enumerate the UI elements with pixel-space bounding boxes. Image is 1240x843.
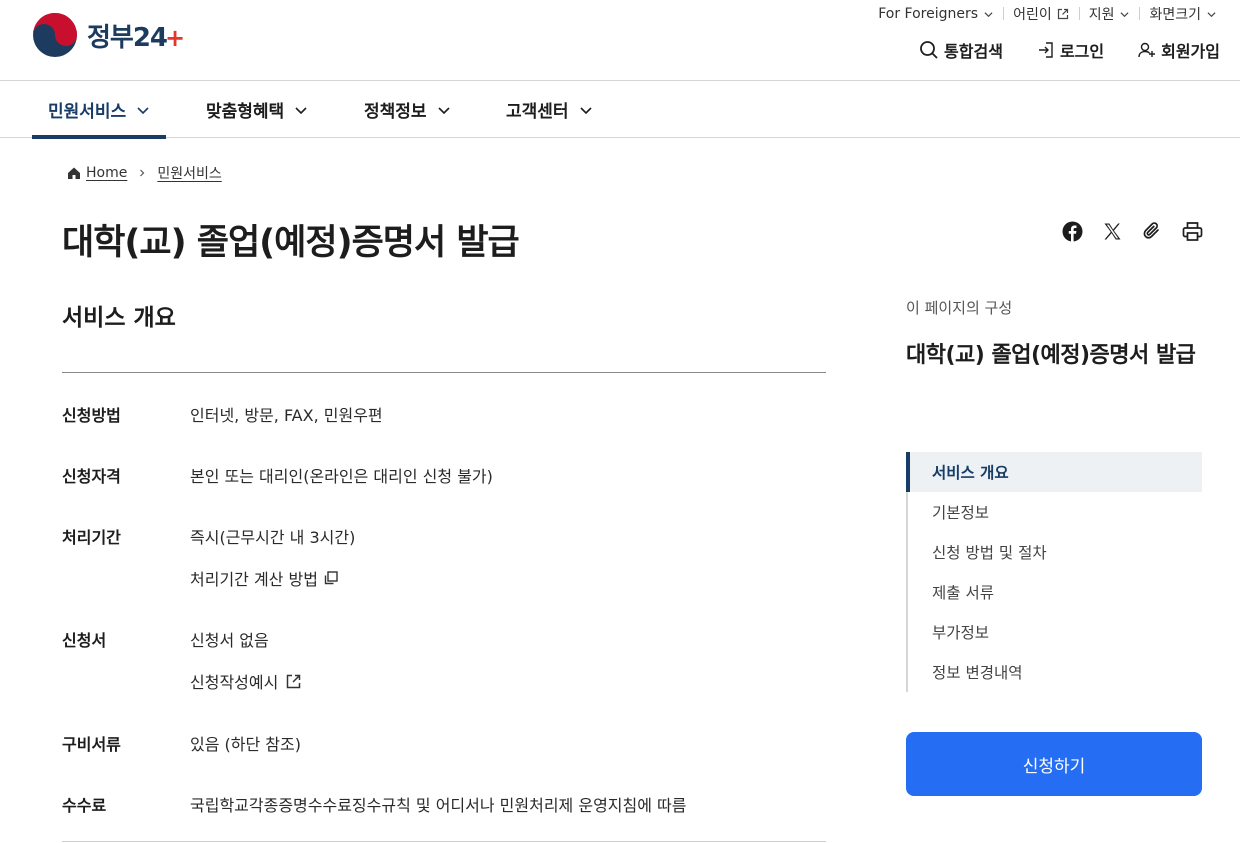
external-link-icon bbox=[1057, 8, 1068, 20]
chevron-down-icon bbox=[437, 106, 450, 114]
util-for-foreigners[interactable]: For Foreigners bbox=[868, 6, 1003, 22]
info-label: 처리기간 bbox=[62, 528, 121, 547]
apply-button[interactable]: 신청하기 bbox=[906, 732, 1202, 796]
copy-link-button[interactable] bbox=[1141, 220, 1163, 242]
site-logo[interactable]: 정부 24 + bbox=[31, 11, 185, 59]
info-value: 본인 또는 대리인(온라인은 대리인 신청 불가) bbox=[190, 467, 493, 486]
page-title: 대학(교) 졸업(예정)증명서 발급 bbox=[62, 223, 520, 263]
share-toolbar bbox=[1043, 220, 1203, 242]
header-actions: 통합검색 로그인 회원가입 bbox=[885, 38, 1220, 62]
form-example-link-label: 신청작성예시 bbox=[190, 673, 279, 692]
breadcrumb: Home 민원서비스 bbox=[67, 163, 222, 183]
x-share-button[interactable] bbox=[1101, 220, 1123, 242]
signup-button[interactable]: 회원가입 bbox=[1138, 38, 1220, 62]
copy-popup-icon bbox=[324, 571, 338, 585]
util-support[interactable]: 지원 bbox=[1078, 4, 1140, 24]
gnb-item-policy[interactable]: 정책정보 bbox=[364, 81, 451, 138]
util-support-label: 지원 bbox=[1088, 7, 1115, 23]
add-user-icon bbox=[1138, 42, 1156, 58]
util-font-size[interactable]: 화면크기 bbox=[1139, 4, 1226, 24]
info-value: 신청서 없음 bbox=[190, 631, 269, 650]
chevron-down-icon bbox=[984, 11, 993, 17]
toc-caption: 이 페이지의 구성 bbox=[906, 299, 1013, 317]
toc-item-procedure[interactable]: 신청 방법 및 절차 bbox=[908, 532, 1202, 572]
toc-item-change-history[interactable]: 정보 변경내역 bbox=[908, 652, 1202, 692]
login-button[interactable]: 로그인 bbox=[1037, 38, 1104, 62]
info-value: 있음 (하단 참조) bbox=[190, 735, 301, 754]
chevron-right-icon bbox=[140, 169, 145, 177]
period-calc-link[interactable]: 처리기간 계산 방법 bbox=[190, 566, 339, 590]
paperclip-icon bbox=[1143, 222, 1159, 239]
login-icon bbox=[1038, 42, 1053, 58]
toc-item-additional-info[interactable]: 부가정보 bbox=[908, 612, 1202, 652]
util-kids[interactable]: 어린이 bbox=[1003, 4, 1079, 24]
home-icon bbox=[68, 167, 80, 179]
site-header: 정부 24 + For Foreigners 어린이 지원 화면크기 통합검색 bbox=[0, 0, 1240, 81]
info-value: 즉시(근무시간 내 3시간) bbox=[190, 528, 356, 547]
chevron-down-icon bbox=[1120, 11, 1129, 17]
chevron-down-icon bbox=[579, 106, 592, 114]
search-button[interactable]: 통합검색 bbox=[919, 38, 1003, 62]
util-kids-label: 어린이 bbox=[1013, 7, 1052, 23]
toc-item-overview[interactable]: 서비스 개요 bbox=[906, 452, 1202, 492]
gnb-item-label: 맞춤형혜택 bbox=[206, 102, 285, 122]
section-bottom-divider bbox=[62, 841, 826, 842]
search-label: 통합검색 bbox=[944, 42, 1003, 61]
section-divider bbox=[62, 372, 826, 373]
print-button[interactable] bbox=[1181, 220, 1203, 242]
chevron-down-icon bbox=[295, 106, 307, 114]
facebook-share-button[interactable] bbox=[1061, 220, 1083, 242]
breadcrumb-home-link[interactable]: Home bbox=[86, 165, 127, 181]
search-icon bbox=[920, 41, 938, 59]
logo-text: 정부 bbox=[87, 22, 134, 53]
util-font-size-label: 화면크기 bbox=[1149, 7, 1201, 23]
breadcrumb-current-link[interactable]: 민원서비스 bbox=[157, 163, 221, 183]
printer-icon bbox=[1182, 221, 1202, 241]
signup-label: 회원가입 bbox=[1161, 42, 1220, 61]
info-label: 수수료 bbox=[62, 796, 107, 815]
login-label: 로그인 bbox=[1059, 42, 1105, 61]
toc-item-documents[interactable]: 제출 서류 bbox=[908, 572, 1202, 612]
toc-list: 서비스 개요 기본정보 신청 방법 및 절차 제출 서류 부가정보 정보 변경내… bbox=[906, 452, 1202, 692]
util-for-foreigners-label: For Foreigners bbox=[878, 6, 979, 22]
logo-number: 24 bbox=[132, 22, 168, 53]
info-value: 인터넷, 방문, FAX, 민원우편 bbox=[190, 406, 383, 425]
chevron-down-icon bbox=[1207, 11, 1216, 17]
external-link-icon bbox=[287, 674, 301, 688]
toc-title: 대학(교) 졸업(예정)증명서 발급 bbox=[906, 343, 1196, 368]
gnb-item-benefits[interactable]: 맞춤형혜택 bbox=[206, 81, 308, 138]
x-logo-icon bbox=[1104, 223, 1120, 239]
facebook-icon bbox=[1062, 221, 1082, 241]
section-title-overview: 서비스 개요 bbox=[62, 305, 176, 331]
gnb-item-customer-center[interactable]: 고객센터 bbox=[506, 81, 593, 138]
taegeuk-emblem-icon bbox=[33, 13, 77, 57]
main-nav: 민원서비스 맞춤형혜택 정책정보 고객센터 bbox=[0, 81, 1240, 139]
utility-nav: For Foreigners 어린이 지원 화면크기 bbox=[868, 4, 1226, 24]
logo-plus: + bbox=[165, 23, 185, 52]
info-value: 국립학교각종증명수수료징수규칙 및 어디서나 민원처리제 운영지침에 따름 bbox=[190, 796, 687, 815]
logo-wordmark: 정부 24 + bbox=[87, 17, 185, 54]
info-label: 신청방법 bbox=[62, 406, 121, 425]
gnb-item-label: 고객센터 bbox=[506, 102, 569, 122]
form-example-link[interactable]: 신청작성예시 bbox=[190, 669, 302, 693]
info-label: 신청자격 bbox=[62, 467, 121, 486]
period-calc-link-label: 처리기간 계산 방법 bbox=[190, 570, 318, 589]
toc-item-basic-info[interactable]: 기본정보 bbox=[908, 492, 1202, 532]
info-label: 구비서류 bbox=[62, 735, 121, 754]
info-label: 신청서 bbox=[62, 631, 107, 650]
gnb-item-civil-services[interactable]: 민원서비스 bbox=[31, 81, 167, 139]
chevron-down-icon bbox=[137, 106, 149, 114]
gnb-item-label: 민원서비스 bbox=[48, 102, 127, 122]
gnb-item-label: 정책정보 bbox=[364, 102, 427, 122]
